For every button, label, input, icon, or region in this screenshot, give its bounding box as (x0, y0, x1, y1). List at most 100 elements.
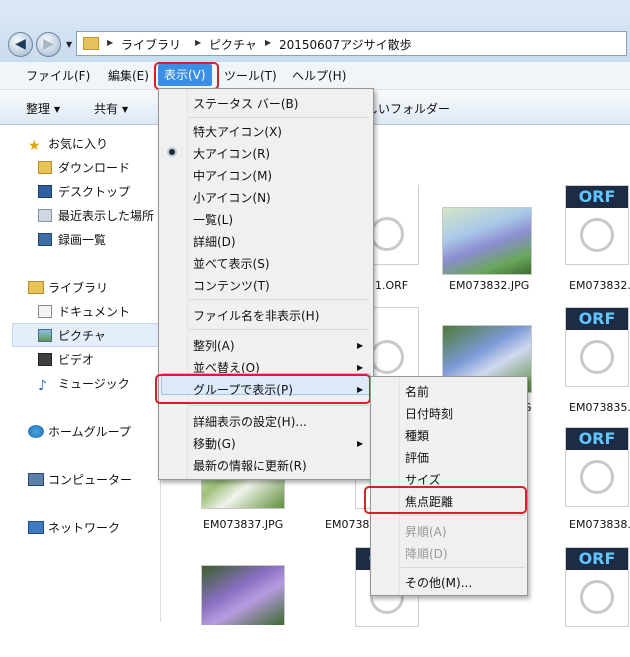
annotation-highlight-view (154, 62, 219, 90)
breadcrumb-libraries[interactable]: ライブラリ (121, 36, 181, 53)
nav-libraries[interactable]: ライブラリ (28, 279, 108, 297)
file-name[interactable]: EM073832. (569, 279, 630, 292)
hydrangea-photo (201, 565, 285, 625)
nav-pictures-label: ピクチャ (58, 329, 106, 343)
menu-item-status-bar[interactable]: ステータス バー(B) (193, 95, 298, 112)
nav-desktop[interactable]: デスクトップ (38, 183, 130, 201)
nav-recorded-tv[interactable]: 録画一覧 (38, 231, 106, 249)
nav-computer-label: コンピューター (48, 473, 133, 487)
menu-file[interactable]: ファイル(F) (26, 67, 90, 84)
nav-favorites[interactable]: ★ お気に入り (28, 135, 108, 153)
menu-item-small-icons[interactable]: 小アイコン(N) (193, 189, 271, 206)
menu-item-choose-details[interactable]: 詳細表示の設定(H)... (193, 413, 307, 430)
group-item-name[interactable]: 名前 (405, 383, 429, 400)
menu-bar: ファイル(F) 編集(E) 表示(V) ツール(T) ヘルプ(H) (0, 62, 630, 90)
orf-badge: ORF (566, 308, 628, 330)
group-item-ascending[interactable]: 昇順(A) (405, 523, 447, 540)
view-menu: ステータス バー(B) 特大アイコン(X) 大アイコン(R) 中アイコン(M) … (158, 88, 374, 480)
group-item-type[interactable]: 種類 (405, 427, 429, 444)
menu-item-list[interactable]: 一覧(L) (193, 211, 233, 228)
nav-computer[interactable]: コンピューター (28, 471, 132, 489)
menu-item-details[interactable]: 詳細(D) (193, 233, 236, 250)
nav-homegroup[interactable]: ホームグループ (28, 423, 131, 441)
breadcrumb-arrow-icon[interactable]: ▶ (265, 38, 271, 47)
menu-separator (189, 117, 369, 118)
annotation-highlight-focal-length (364, 486, 527, 514)
dropdown-arrow-icon: ▼ (122, 105, 129, 114)
file-thumbnail[interactable]: ORF (565, 307, 630, 399)
back-arrow-icon: ◀ (15, 36, 26, 52)
file-thumbnail[interactable]: ORF (565, 427, 630, 519)
address-bar[interactable]: ▶ ライブラリ ▶ ピクチャ ▶ 20150607アジサイ散歩 (76, 31, 627, 56)
nav-pictures[interactable]: ピクチャ (38, 327, 106, 345)
nav-documents-label: ドキュメント (58, 305, 131, 319)
menu-tools[interactable]: ツール(T) (224, 67, 277, 84)
file-name[interactable]: 31.ORF (368, 279, 408, 292)
menu-item-go-to[interactable]: 移動(G) (193, 435, 236, 452)
homegroup-icon (28, 425, 44, 438)
file-name[interactable]: EM073838. (569, 518, 630, 531)
forward-arrow-icon: ▶ (43, 36, 54, 52)
nav-recent-label: 最近表示した場所 (58, 209, 155, 223)
file-name[interactable]: EM073837.JPG (203, 518, 283, 531)
menu-item-tiles[interactable]: 並べて表示(S) (193, 255, 270, 272)
nav-homegroup-label: ホームグループ (48, 425, 131, 439)
nav-documents[interactable]: ドキュメント (38, 303, 130, 321)
file-thumbnail[interactable]: ORF (565, 547, 630, 639)
menu-item-content[interactable]: コンテンツ(T) (193, 277, 270, 294)
dropdown-arrow-icon: ▼ (54, 105, 61, 114)
share-button[interactable]: 共有 ▼ (94, 100, 128, 117)
breadcrumb-arrow-icon[interactable]: ▶ (195, 38, 201, 47)
breadcrumb-arrow-icon[interactable]: ▶ (107, 38, 113, 47)
nav-desktop-label: デスクトップ (58, 185, 131, 199)
group-item-rating[interactable]: 評価 (405, 449, 429, 466)
group-item-descending[interactable]: 降順(D) (405, 545, 448, 562)
file-name[interactable]: EM073835. (569, 401, 630, 414)
back-button[interactable]: ◀ (8, 32, 33, 57)
nav-music[interactable]: ♪ ミュージック (38, 375, 130, 393)
nav-libraries-label: ライブラリ (48, 281, 109, 295)
downloads-folder-icon (38, 161, 52, 174)
nav-favorites-label: お気に入り (48, 137, 109, 151)
menu-item-medium-icons[interactable]: 中アイコン(M) (193, 167, 272, 184)
menu-separator (189, 299, 369, 300)
group-item-date[interactable]: 日付時刻 (405, 405, 453, 422)
file-name[interactable]: EM073832.JPG (449, 279, 529, 292)
breadcrumb-pictures[interactable]: ピクチャ (209, 36, 257, 53)
menu-separator (189, 329, 369, 330)
menu-item-large-icons[interactable]: 大アイコン(R) (193, 145, 270, 162)
menu-item-xlarge-icons[interactable]: 特大アイコン(X) (193, 123, 282, 140)
submenu-arrow-icon: ▶ (357, 341, 364, 350)
folder-icon (83, 37, 99, 50)
file-thumbnail[interactable] (201, 565, 293, 657)
organize-label: 整理 (26, 102, 51, 116)
orf-file-icon: ORF (565, 185, 629, 265)
nav-downloads-label: ダウンロード (58, 161, 131, 175)
recorded-tv-icon (38, 233, 52, 246)
orf-file-icon: ORF (565, 427, 629, 507)
menu-item-sort-by[interactable]: 整列(A) (193, 337, 235, 354)
orf-badge: ORF (566, 548, 628, 570)
nav-videos-label: ビデオ (58, 353, 95, 367)
new-folder-button[interactable]: しいフォルダー (366, 100, 450, 117)
camera-lens-icon (580, 218, 614, 252)
menu-item-refresh[interactable]: 最新の情報に更新(R) (193, 457, 307, 474)
file-name[interactable]: EM0738 (325, 518, 369, 531)
nav-music-label: ミュージック (58, 377, 130, 391)
menu-item-hide-extensions[interactable]: ファイル名を非表示(H) (193, 307, 319, 324)
camera-lens-icon (370, 217, 404, 251)
camera-lens-icon (580, 340, 614, 374)
group-item-more[interactable]: その他(M)... (405, 574, 472, 591)
breadcrumb-folder[interactable]: 20150607アジサイ散歩 (279, 36, 412, 53)
menu-edit[interactable]: 編集(E) (108, 67, 149, 84)
nav-network[interactable]: ネットワーク (28, 519, 120, 537)
nav-recent[interactable]: 最近表示した場所 (38, 207, 154, 225)
forward-button[interactable]: ▶ (36, 32, 61, 57)
title-bar: ◀ ▶ ▼ ▶ ライブラリ ▶ ピクチャ ▶ 20150607アジサイ散歩 (0, 0, 630, 62)
organize-button[interactable]: 整理 ▼ (26, 100, 60, 117)
nav-videos[interactable]: ビデオ (38, 351, 94, 369)
file-thumbnail[interactable]: ORF (565, 185, 630, 277)
menu-help[interactable]: ヘルプ(H) (292, 67, 346, 84)
recent-pages-dropdown-icon[interactable]: ▼ (66, 40, 72, 49)
nav-downloads[interactable]: ダウンロード (38, 159, 130, 177)
